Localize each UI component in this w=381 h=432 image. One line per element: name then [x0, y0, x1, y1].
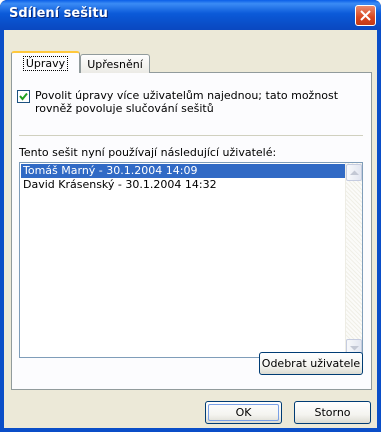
users-list-label: Tento sešit nyní používají následující u…	[19, 146, 277, 159]
tab-advanced-label: Upřesnění	[87, 58, 143, 71]
ok-button[interactable]: OK	[205, 401, 282, 424]
users-listbox[interactable]: Tomáš Marný - 30.1.2004 14:09 David Krás…	[19, 162, 363, 358]
allow-multi-user-label[interactable]: Povolit úpravy více uživatelům najednou;…	[35, 89, 355, 115]
close-button[interactable]	[355, 5, 376, 26]
ok-button-focus-ring	[208, 404, 279, 421]
allow-multi-user-checkbox[interactable]	[17, 90, 30, 103]
close-icon	[360, 10, 371, 21]
allow-multi-user-label-line2: rovněž povoluje slučování sešitů	[35, 102, 214, 115]
arrow-down-icon	[350, 346, 359, 351]
window-frame-bottom	[0, 428, 381, 432]
arrow-up-icon	[350, 170, 359, 175]
tab-edits-label: Úpravy	[22, 56, 69, 71]
cancel-button[interactable]: Storno	[294, 401, 371, 424]
tab-advanced[interactable]: Upřesnění	[80, 54, 150, 73]
list-item[interactable]: David Krásenský - 30.1.2004 14:32	[21, 178, 346, 192]
title-bar[interactable]: Sdílení sešitu	[0, 0, 381, 30]
dialog-window: Sdílení sešitu Úpravy Upřesnění Povolit …	[0, 0, 381, 432]
scroll-up-button[interactable]	[346, 164, 362, 181]
window-title: Sdílení sešitu	[9, 6, 108, 21]
dialog-client-area: Úpravy Upřesnění Povolit úpravy více uži…	[4, 30, 377, 428]
allow-multi-user-label-line1: Povolit úpravy více uživatelům najednou;…	[35, 89, 339, 102]
list-item[interactable]: Tomáš Marný - 30.1.2004 14:09	[21, 164, 346, 178]
remove-user-button[interactable]: Odebrat uživatele	[259, 352, 363, 375]
section-divider	[19, 135, 363, 136]
checkmark-icon	[19, 92, 28, 101]
tab-edits[interactable]: Úpravy	[11, 51, 80, 73]
window-frame-right	[377, 30, 381, 432]
vertical-scrollbar[interactable]	[345, 163, 362, 357]
